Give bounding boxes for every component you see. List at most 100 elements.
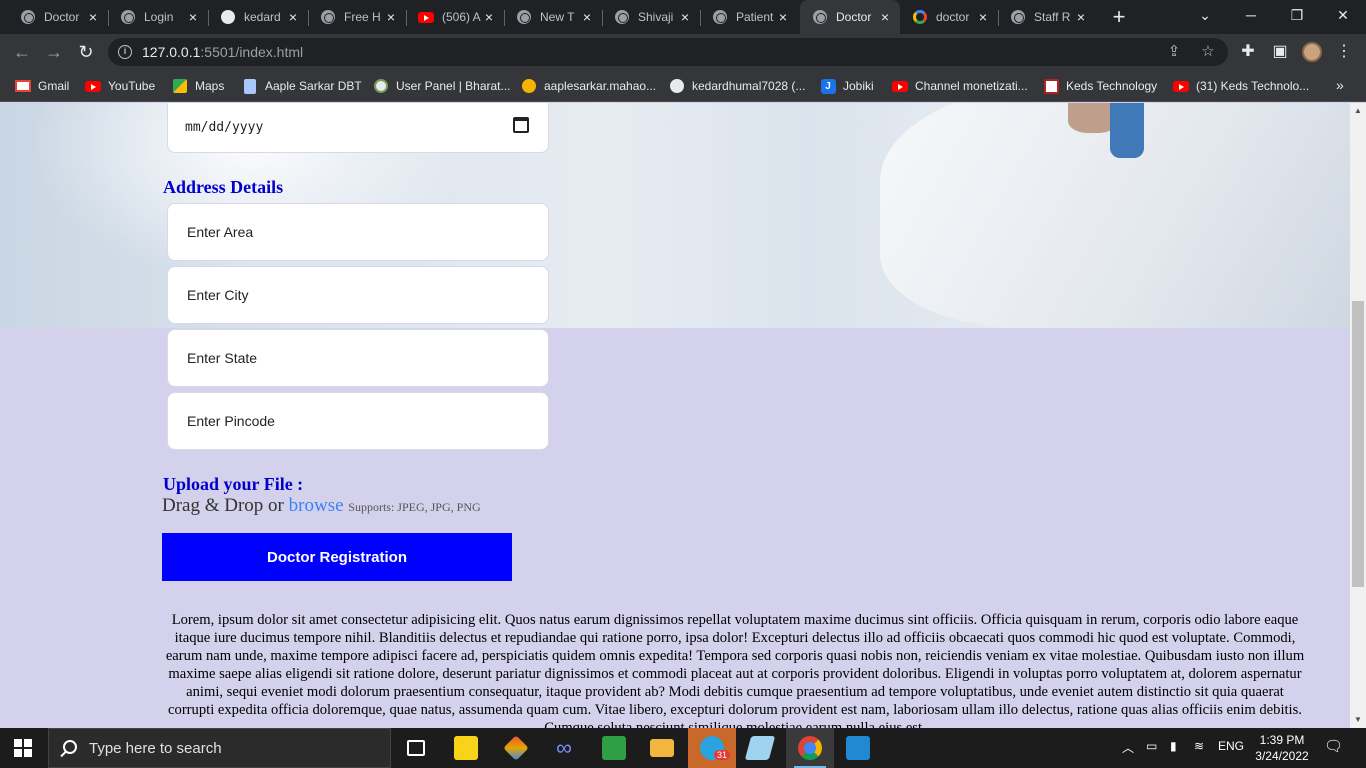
browser-tab[interactable]: Free H × [308, 0, 407, 34]
language-indicator[interactable]: ENG [1218, 739, 1244, 753]
date-placeholder: mm/dd/yyyy [185, 119, 264, 135]
browser-menu-icon[interactable]: ⋮ [1332, 40, 1356, 64]
close-tab-icon[interactable]: × [384, 10, 398, 24]
windows-taskbar: Type here to search ∞ 31 ︿ ▭ ▮ ≋ ENG 1:3… [0, 728, 1366, 768]
profile-avatar[interactable] [1302, 42, 1322, 62]
city-placeholder: Enter City [187, 287, 249, 303]
share-icon[interactable]: ⇪ [1164, 42, 1184, 62]
tab-title: Doctor [836, 10, 872, 24]
vscode-icon[interactable] [834, 728, 882, 768]
file-drop-zone[interactable]: Drag & Drop or browse Supports: JPEG, JP… [162, 495, 481, 517]
browse-link[interactable]: browse [289, 495, 344, 516]
sticky-notes-icon[interactable] [442, 728, 490, 768]
close-tab-icon[interactable]: × [86, 10, 100, 24]
browser-tab[interactable]: Staff R × [998, 0, 1096, 34]
url-host: 127.0.0.1 [142, 44, 201, 60]
bookmark-keds-technology[interactable]: Keds Technology [1043, 77, 1157, 95]
reload-icon[interactable]: ↻ [74, 40, 98, 64]
close-tab-icon[interactable]: × [286, 10, 300, 24]
bookmark-aaple-sarkar-dbt[interactable]: Aaple Sarkar DBT [242, 77, 362, 95]
browser-tab[interactable]: doctor × [900, 0, 999, 34]
minimize-button[interactable]: ─ [1228, 0, 1274, 30]
drag-drop-text: Drag & Drop or [162, 495, 284, 516]
close-tab-icon[interactable]: × [776, 10, 790, 24]
city-input[interactable]: Enter City [167, 266, 549, 324]
app-icon[interactable] [736, 728, 784, 768]
area-placeholder: Enter Area [187, 224, 254, 240]
bookmark-gmail[interactable]: Gmail [15, 77, 69, 95]
meet-now-icon[interactable]: ▭ [1146, 739, 1157, 753]
wifi-icon[interactable]: ≋ [1194, 739, 1204, 753]
address-bar[interactable]: i 127.0.0.1:5501/index.html ⇪ ☆ [108, 38, 1228, 66]
chrome-taskbar-icon[interactable] [786, 728, 834, 768]
close-tab-icon[interactable]: × [976, 10, 990, 24]
bookmark-youtube[interactable]: YouTube [85, 77, 155, 95]
browser-tab-active[interactable]: Doctor × [800, 0, 900, 34]
new-tab-button[interactable]: + [1108, 6, 1130, 28]
windows-start-icon[interactable] [14, 739, 32, 757]
close-tab-icon[interactable]: × [878, 10, 892, 24]
chrome-icon [516, 9, 532, 25]
scroll-down-arrow-icon[interactable]: ▼ [1350, 712, 1366, 728]
extensions-icon[interactable]: ✚ [1236, 40, 1260, 64]
bookmark-star-icon[interactable]: ☆ [1198, 42, 1218, 62]
bookmark-label: kedardhumal7028 (... [692, 79, 806, 93]
doctor-registration-button[interactable]: Doctor Registration [162, 533, 512, 581]
scrollbar-thumb[interactable] [1352, 301, 1364, 587]
bookmark-user-panel[interactable]: User Panel | Bharat... [373, 77, 511, 95]
taskbar-clock[interactable]: 1:39 PM 3/24/2022 [1250, 732, 1314, 764]
close-tab-icon[interactable]: × [186, 10, 200, 24]
browser-tab[interactable]: New T × [504, 0, 603, 34]
browser-tab[interactable]: (506) A × [406, 0, 505, 34]
github-icon [669, 78, 685, 94]
globe-icon [812, 9, 828, 25]
area-input[interactable]: Enter Area [167, 203, 549, 261]
date-of-birth-input[interactable]: mm/dd/yyyy [167, 103, 549, 153]
infinity-app-icon[interactable]: ∞ [540, 728, 588, 768]
close-window-button[interactable]: ✕ [1320, 0, 1366, 30]
browser-tab[interactable]: Login × [108, 0, 209, 34]
tray-overflow-chevron-icon[interactable]: ︿ [1122, 739, 1134, 756]
bookmarks-overflow-icon[interactable]: » [1336, 77, 1344, 93]
side-panel-icon[interactable]: ▣ [1268, 40, 1292, 64]
globe-icon [712, 9, 728, 25]
spreadsheet-app-icon[interactable] [590, 728, 638, 768]
tab-search-chevron-icon[interactable]: ⌄ [1182, 0, 1228, 30]
task-view-icon[interactable] [392, 728, 440, 768]
browser-tab[interactable]: kedard × [208, 0, 309, 34]
page-scrollbar[interactable]: ▲ ▼ [1350, 103, 1366, 728]
bookmark-channel-monetization[interactable]: Channel monetizati... [892, 77, 1028, 95]
browser-tab[interactable]: Shivaji × [602, 0, 701, 34]
state-input[interactable]: Enter State [167, 329, 549, 387]
scroll-up-arrow-icon[interactable]: ▲ [1350, 103, 1366, 119]
bookmark-keds-youtube[interactable]: (31) Keds Technolo... [1173, 77, 1309, 95]
calendar-icon[interactable] [513, 117, 529, 133]
browser-tab[interactable]: Doctor × [8, 0, 109, 34]
bookmark-jobiki[interactable]: J Jobiki [820, 77, 874, 95]
close-tab-icon[interactable]: × [678, 10, 692, 24]
forward-arrow-icon[interactable]: → [42, 40, 66, 64]
git-icon[interactable] [492, 728, 540, 768]
tab-title: Login [144, 10, 174, 24]
back-arrow-icon[interactable]: ← [10, 40, 34, 64]
bookmark-maps[interactable]: Maps [172, 77, 224, 95]
clock-time: 1:39 PM [1259, 733, 1305, 747]
browser-tab[interactable]: Patient × [700, 0, 798, 34]
close-tab-icon[interactable]: × [482, 10, 496, 24]
bookmark-aaplesarkar[interactable]: aaplesarkar.mahao... [521, 77, 656, 95]
restore-button[interactable]: ❐ [1274, 0, 1320, 30]
pincode-input[interactable]: Enter Pincode [167, 392, 549, 450]
close-tab-icon[interactable]: × [1074, 10, 1088, 24]
browser-tab-strip: Doctor × Login × kedard × Free H × (506)… [0, 0, 1366, 34]
url-path: :5501/index.html [200, 44, 304, 60]
file-explorer-icon[interactable] [638, 728, 686, 768]
url-text[interactable]: 127.0.0.1:5501/index.html [142, 44, 303, 60]
taskbar-search-box[interactable]: Type here to search [48, 728, 391, 768]
bookmark-github-profile[interactable]: kedardhumal7028 (... [669, 77, 805, 95]
battery-icon[interactable]: ▮ [1170, 739, 1177, 753]
upload-file-heading: Upload your File : [163, 474, 304, 494]
telegram-icon[interactable]: 31 [688, 728, 736, 768]
notifications-icon[interactable]: 🗨 [1324, 737, 1343, 755]
close-tab-icon[interactable]: × [580, 10, 594, 24]
site-info-icon[interactable]: i [118, 45, 132, 59]
